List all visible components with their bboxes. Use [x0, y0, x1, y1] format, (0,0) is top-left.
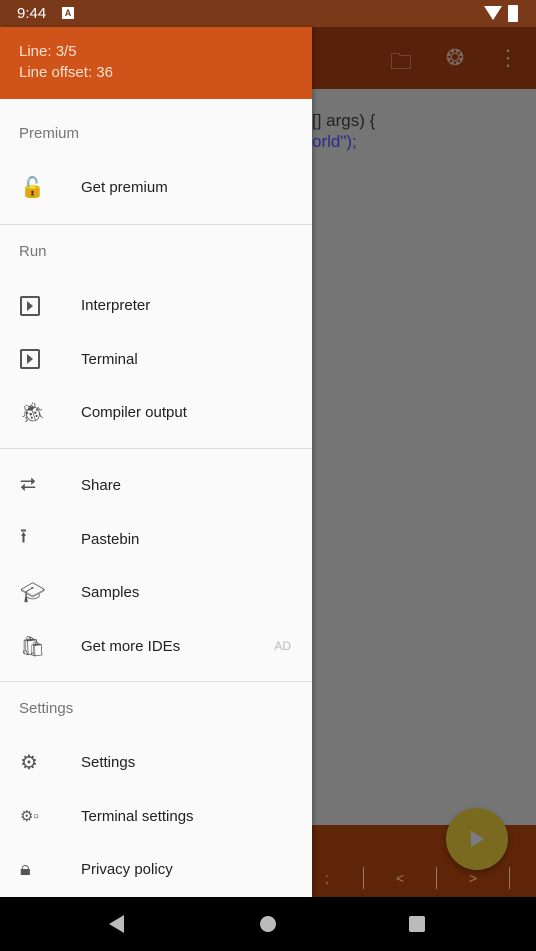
upload-icon: ⭱	[20, 526, 27, 549]
notification-icon: A	[62, 7, 74, 19]
divider	[509, 867, 510, 889]
line-info: Line: 3/5	[19, 43, 77, 60]
item-label: Privacy policy	[81, 861, 173, 879]
item-label: Share	[81, 477, 122, 495]
menu-item-samples[interactable]: 🎓︎ Samples	[0, 566, 312, 620]
drawer-header: Line: 3/5 Line offset: 36	[0, 27, 312, 99]
symbol-key[interactable]: >	[469, 870, 477, 886]
ad-badge: AD	[274, 639, 291, 654]
shop-icon: 🛍︎	[20, 635, 46, 658]
back-icon[interactable]	[109, 915, 124, 933]
gear-icon: ⚙	[20, 752, 38, 775]
item-label: Compiler output	[81, 404, 187, 422]
divider	[363, 867, 364, 889]
menu-item-get-premium[interactable]: 🔓 Get premium	[0, 161, 312, 215]
gear-box-icon: ⚙▫	[20, 808, 39, 826]
recents-icon[interactable]	[409, 916, 425, 932]
menu-item-get-more-ides[interactable]: 🛍︎ Get more IDEs AD	[0, 620, 312, 674]
share-icon: ⮂	[20, 474, 36, 497]
section-run: Run Interpreter Terminal 🐞︎ Compiler outp…	[0, 225, 312, 449]
status-time: 9:44	[17, 5, 47, 22]
divider	[436, 867, 437, 889]
code-line: orld");	[312, 132, 357, 151]
navigation-drawer: Line: 3/5 Line offset: 36 Premium 🔓 Get p…	[0, 27, 312, 897]
item-label: Terminal	[81, 350, 138, 368]
menu-item-share[interactable]: ⮂ Share	[0, 459, 312, 513]
play-icon	[471, 831, 484, 847]
battery-icon	[508, 5, 518, 22]
symbol-key[interactable]: <	[396, 870, 404, 886]
navigation-bar	[0, 897, 536, 951]
item-label: Terminal settings	[81, 807, 194, 825]
section-settings: Settings ⚙ Settings ⚙▫ Terminal settings 🔒…	[0, 682, 312, 897]
menu-item-terminal[interactable]: Terminal	[0, 333, 312, 387]
status-bar: 9:44 A	[0, 0, 536, 27]
section-title: Premium	[19, 125, 80, 142]
play-box-icon	[20, 295, 40, 316]
symbol-key[interactable]: ;	[325, 870, 329, 886]
bug-icon: 🐞︎	[20, 402, 46, 425]
home-icon[interactable]	[260, 916, 276, 932]
item-label: Interpreter	[81, 297, 151, 315]
run-button[interactable]	[446, 808, 508, 870]
menu-item-terminal-settings[interactable]: ⚙▫ Terminal settings	[0, 790, 312, 844]
school-icon: 🎓︎	[20, 582, 46, 605]
item-label: Get premium	[81, 179, 168, 197]
line-offset-info: Line offset: 36	[19, 64, 113, 81]
menu-item-settings[interactable]: ⚙ Settings	[0, 736, 312, 790]
section-title: Run	[19, 243, 47, 260]
item-label: Get more IDEs	[81, 637, 181, 655]
lightbulb-icon[interactable]: ❂	[442, 45, 468, 71]
play-box-icon	[20, 349, 40, 370]
item-label: Pastebin	[81, 530, 140, 548]
menu-item-pastebin[interactable]: ⭱ Pastebin	[0, 513, 312, 567]
menu-item-privacy-policy[interactable]: 🔒︎ Privacy policy	[0, 843, 312, 897]
item-label: Samples	[81, 584, 140, 602]
section-misc: ⮂ Share ⭱ Pastebin 🎓︎ Samples 🛍︎ Get more ID…	[0, 449, 312, 682]
more-options-icon[interactable]: ⋮	[495, 45, 521, 71]
section-premium: Premium 🔓 Get premium	[0, 99, 312, 225]
code-line: [] args) {	[312, 111, 376, 130]
item-label: Settings	[81, 754, 136, 772]
menu-item-compiler-output[interactable]: 🐞︎ Compiler output	[0, 386, 312, 440]
wifi-icon	[484, 6, 502, 20]
lock-open-icon: 🔓	[20, 177, 45, 200]
folder-icon[interactable]: 🗀	[388, 45, 414, 74]
section-title: Settings	[19, 700, 74, 717]
lock-icon: 🔒︎	[20, 858, 31, 881]
menu-item-interpreter[interactable]: Interpreter	[0, 279, 312, 333]
